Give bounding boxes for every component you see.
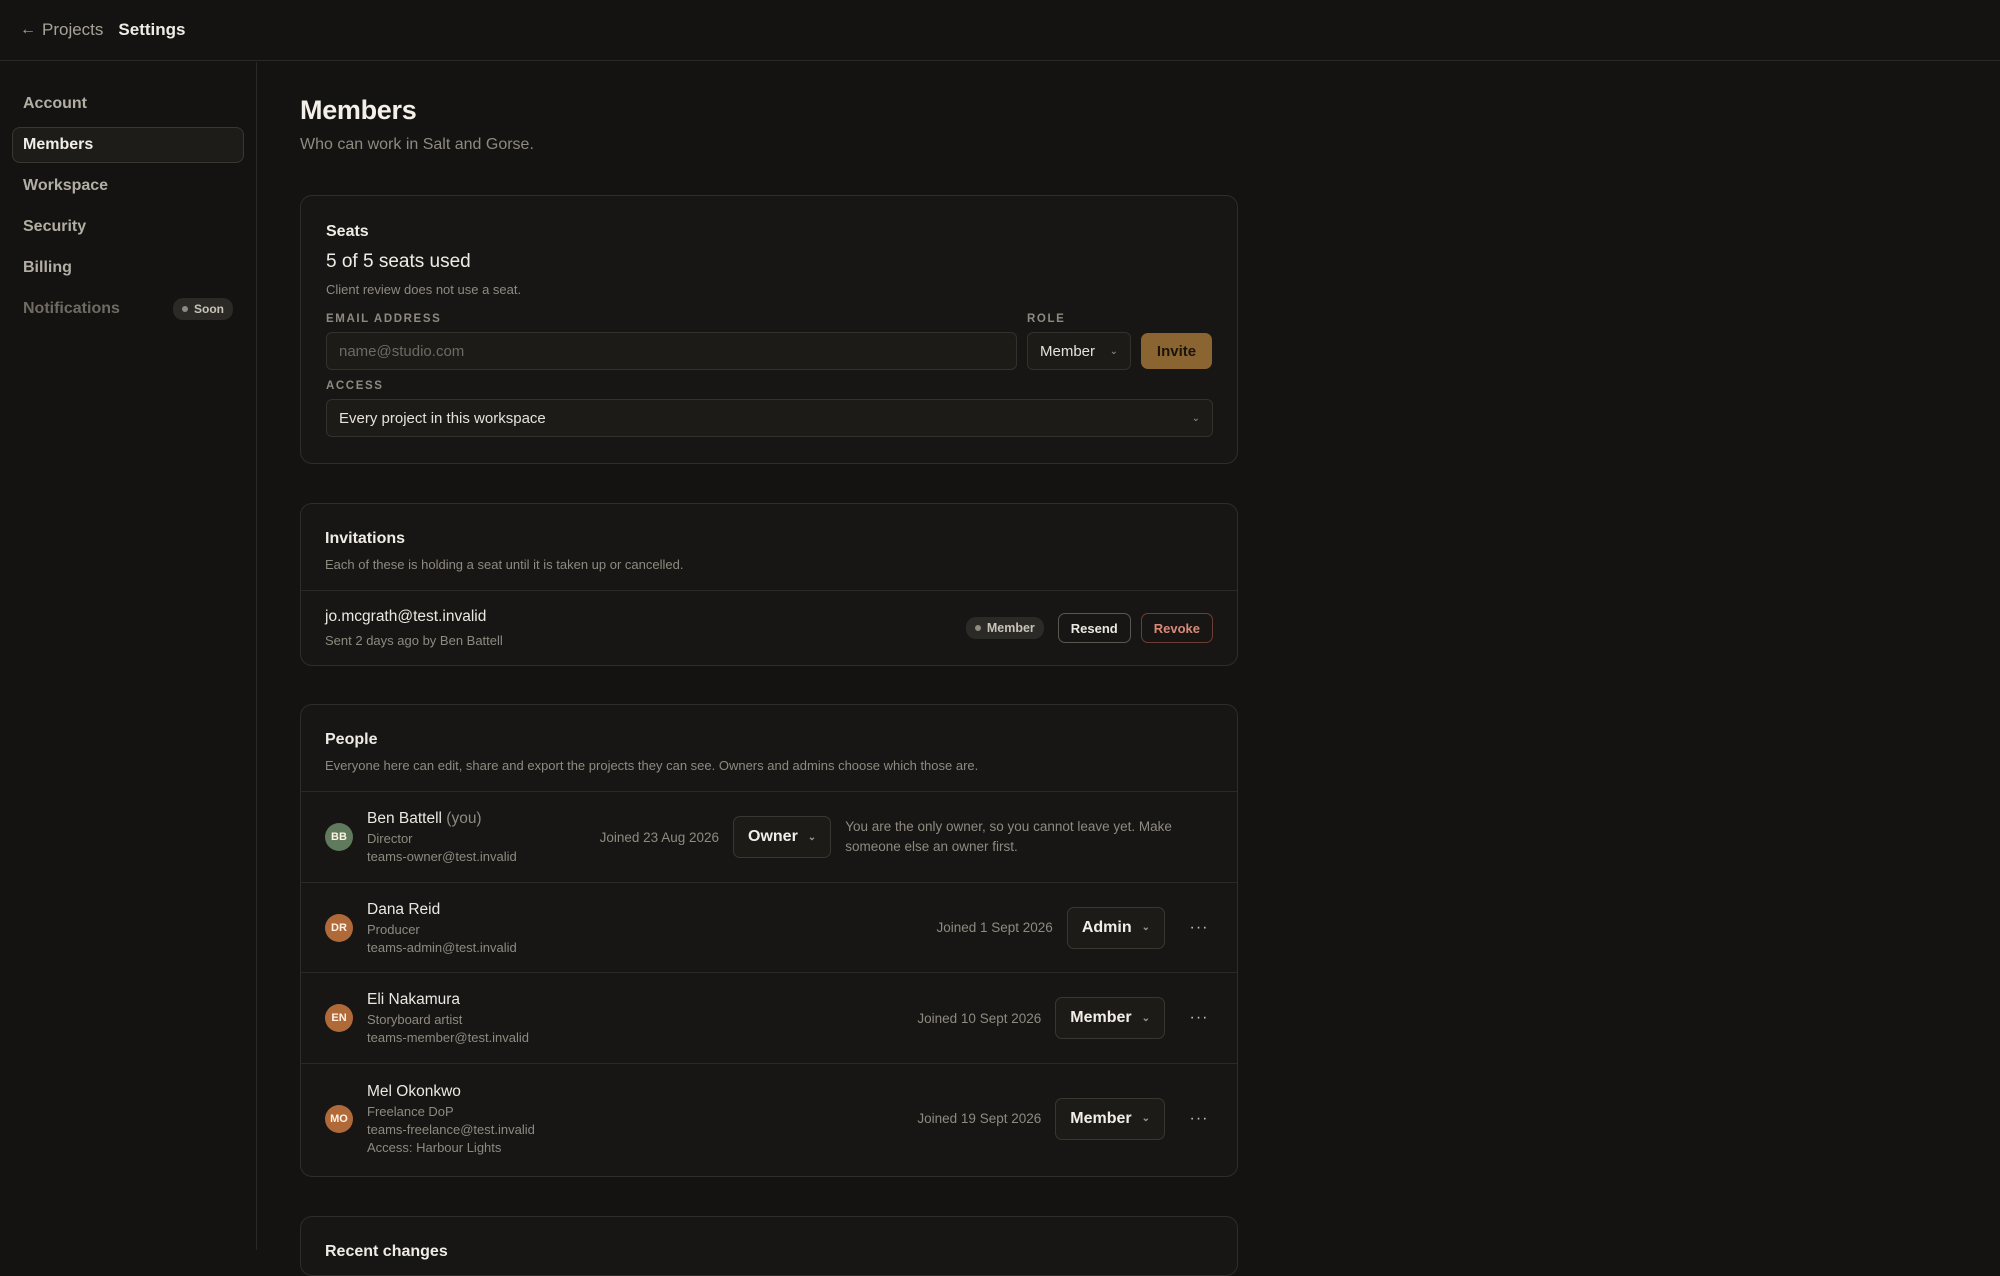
sidebar-item-label: Notifications	[23, 300, 120, 317]
invitation-role-label: Member	[986, 621, 1035, 635]
page-title: Members	[300, 95, 417, 125]
member-name: Eli Nakamura	[367, 991, 461, 1008]
invite-button[interactable]: Invite	[1141, 333, 1212, 369]
revoke-button[interactable]: Revoke	[1140, 613, 1213, 643]
sidebar-item-label: Billing	[23, 259, 72, 276]
sidebar-item-label: Members	[23, 136, 94, 153]
chevron-down-icon: ⌄	[807, 831, 817, 843]
member-row: BB Ben Battell (you) Director teams-owne…	[301, 791, 1237, 882]
more-options-button[interactable]: ···	[1185, 1110, 1213, 1128]
top-title: Settings	[118, 20, 186, 39]
member-joined: Joined 19 Sept 2026	[917, 1111, 1042, 1126]
member-email: teams-owner@test.invalid	[367, 849, 517, 864]
role-select-value: Member	[1040, 342, 1096, 360]
arrow-left-icon: ←	[20, 21, 36, 38]
sidebar: Account Members Workspace Security Billi…	[0, 62, 257, 1250]
seats-card: Seats 5 of 5 seats used Client review do…	[300, 195, 1238, 464]
chevron-down-icon: ⌄	[1141, 922, 1150, 933]
recent-changes-card: Recent changes	[300, 1216, 1238, 1276]
chevron-down-icon: ⌄	[1141, 1113, 1150, 1124]
you-label: (you)	[446, 810, 482, 827]
member-email: teams-freelance@test.invalid	[367, 1121, 535, 1137]
people-title: People	[325, 731, 378, 748]
sidebar-item-workspace[interactable]: Workspace	[12, 168, 244, 204]
invitations-desc: Each of these is holding a seat until it…	[325, 557, 684, 572]
sidebar-item-notifications: Notifications Soon	[12, 291, 244, 327]
member-title: Producer	[367, 921, 420, 937]
invitation-row: jo.mcgrath@test.invalid Sent 2 days ago …	[301, 591, 1237, 665]
invitation-meta: Sent 2 days ago by Ben Battell	[325, 633, 503, 648]
member-role-value: Member	[1070, 1109, 1132, 1127]
role-label: ROLE	[1027, 313, 1066, 325]
chevron-down-icon: ⌄	[1109, 345, 1118, 357]
sidebar-item-label: Security	[23, 218, 87, 235]
member-joined: Joined 1 Sept 2026	[936, 920, 1053, 935]
member-name: Dana Reid	[367, 900, 441, 918]
access-select[interactable]: Every project in this workspace ⌄	[326, 399, 1213, 437]
access-select-value: Every project in this workspace	[339, 409, 546, 427]
avatar: BB	[325, 823, 353, 851]
member-role-value: Admin	[1081, 918, 1132, 936]
member-role-select[interactable]: Member ⌄	[1055, 1097, 1165, 1140]
back-link-label: Projects	[42, 20, 104, 39]
member-row: EN Eli Nakamura Storyboard artist teams-…	[301, 972, 1237, 1063]
role-select[interactable]: Member ⌄	[1027, 332, 1131, 370]
member-access: Access: Harbour Lights	[367, 1139, 502, 1155]
sidebar-item-security[interactable]: Security	[12, 209, 244, 245]
member-row: MO Mel Okonkwo Freelance DoP teams-freel…	[301, 1063, 1237, 1173]
sidebar-item-label: Account	[23, 95, 87, 112]
member-role-value: Member	[1070, 1009, 1132, 1026]
member-role-select[interactable]: Owner ⌄	[733, 816, 832, 858]
invitation-email: jo.mcgrath@test.invalid	[325, 608, 487, 625]
access-label: ACCESS	[326, 380, 384, 392]
member-role-select[interactable]: Member ⌄	[1055, 997, 1165, 1039]
sidebar-item-label: Workspace	[23, 177, 109, 194]
main-content: Members Who can work in Salt and Gorse. …	[300, 62, 1238, 1276]
member-email: teams-admin@test.invalid	[367, 939, 517, 955]
member-row: DR Dana Reid Producer teams-admin@test.i…	[301, 882, 1237, 972]
member-role-value: Owner	[748, 828, 798, 845]
invitations-title: Invitations	[325, 530, 406, 547]
dot-icon	[182, 306, 188, 312]
seats-title: Seats	[326, 223, 369, 240]
soon-badge-label: Soon	[194, 302, 224, 316]
invitations-card: Invitations Each of these is holding a s…	[300, 503, 1238, 666]
sidebar-item-members[interactable]: Members	[12, 127, 244, 163]
member-name: Mel Okonkwo	[367, 1082, 461, 1100]
avatar: MO	[325, 1104, 353, 1133]
member-title: Director	[367, 831, 413, 846]
email-input[interactable]: name@studio.com	[326, 332, 1017, 370]
more-options-button[interactable]: ···	[1185, 1009, 1213, 1027]
email-placeholder: name@studio.com	[339, 342, 465, 360]
seats-note: Client review does not use a seat.	[326, 282, 522, 297]
people-card: People Everyone here can edit, share and…	[300, 704, 1238, 1177]
email-label: EMAIL ADDRESS	[326, 313, 442, 325]
member-title: Freelance DoP	[367, 1103, 454, 1119]
sidebar-item-account[interactable]: Account	[12, 86, 244, 122]
avatar: EN	[325, 1004, 353, 1032]
member-role-select[interactable]: Admin ⌄	[1066, 906, 1165, 949]
top-bar: ← Projects Settings	[0, 0, 2000, 61]
chevron-down-icon: ⌄	[1141, 1012, 1150, 1024]
back-to-projects-link[interactable]: ← Projects	[20, 20, 103, 40]
invitation-role-badge: Member	[965, 617, 1044, 639]
seats-count: 5 of 5 seats used	[326, 251, 471, 272]
more-options-button[interactable]: ···	[1185, 919, 1213, 937]
avatar: DR	[325, 913, 353, 942]
dot-icon	[974, 625, 981, 631]
member-email: teams-member@test.invalid	[367, 1030, 530, 1045]
member-joined: Joined 10 Sept 2026	[917, 1010, 1042, 1026]
chevron-down-icon: ⌄	[1191, 412, 1200, 424]
member-joined: Joined 23 Aug 2026	[599, 829, 719, 845]
member-title: Storyboard artist	[367, 1012, 463, 1027]
owner-note: You are the only owner, so you cannot le…	[845, 819, 1172, 854]
resend-button[interactable]: Resend	[1057, 613, 1131, 643]
member-name: Ben Battell	[367, 810, 442, 827]
people-desc: Everyone here can edit, share and export…	[325, 758, 979, 773]
soon-badge: Soon	[173, 298, 233, 320]
recent-changes-title: Recent changes	[325, 1243, 448, 1260]
page-subtitle: Who can work in Salt and Gorse.	[300, 136, 534, 153]
sidebar-item-billing[interactable]: Billing	[12, 250, 244, 286]
